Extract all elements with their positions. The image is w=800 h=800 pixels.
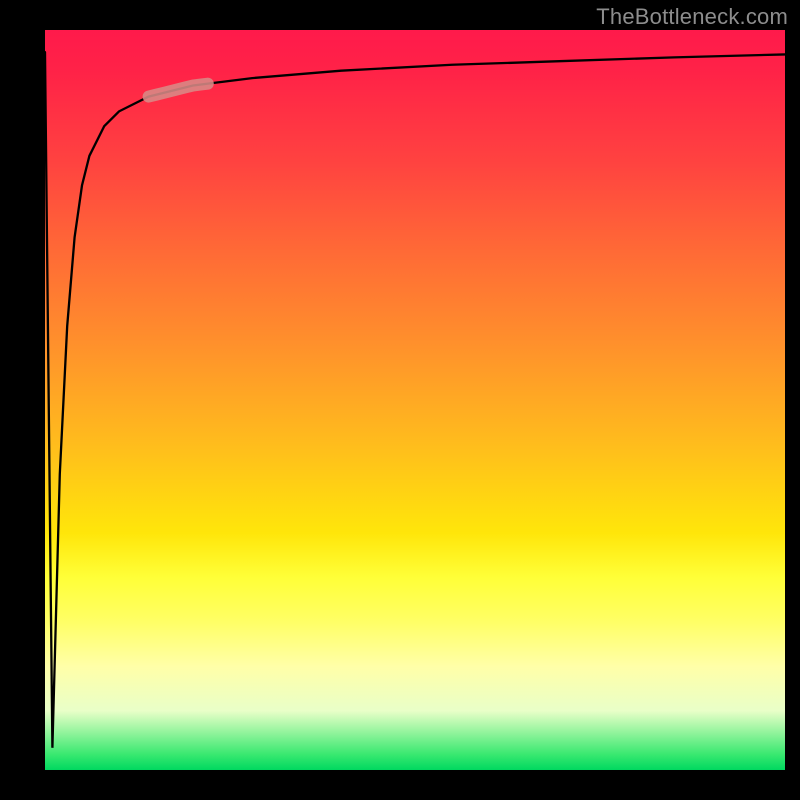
curve-path <box>45 52 785 748</box>
highlight-path <box>149 84 208 97</box>
curve-svg <box>45 30 785 770</box>
plot-area <box>45 30 785 770</box>
watermark-text: TheBottleneck.com <box>596 4 788 30</box>
chart-frame: TheBottleneck.com <box>0 0 800 800</box>
